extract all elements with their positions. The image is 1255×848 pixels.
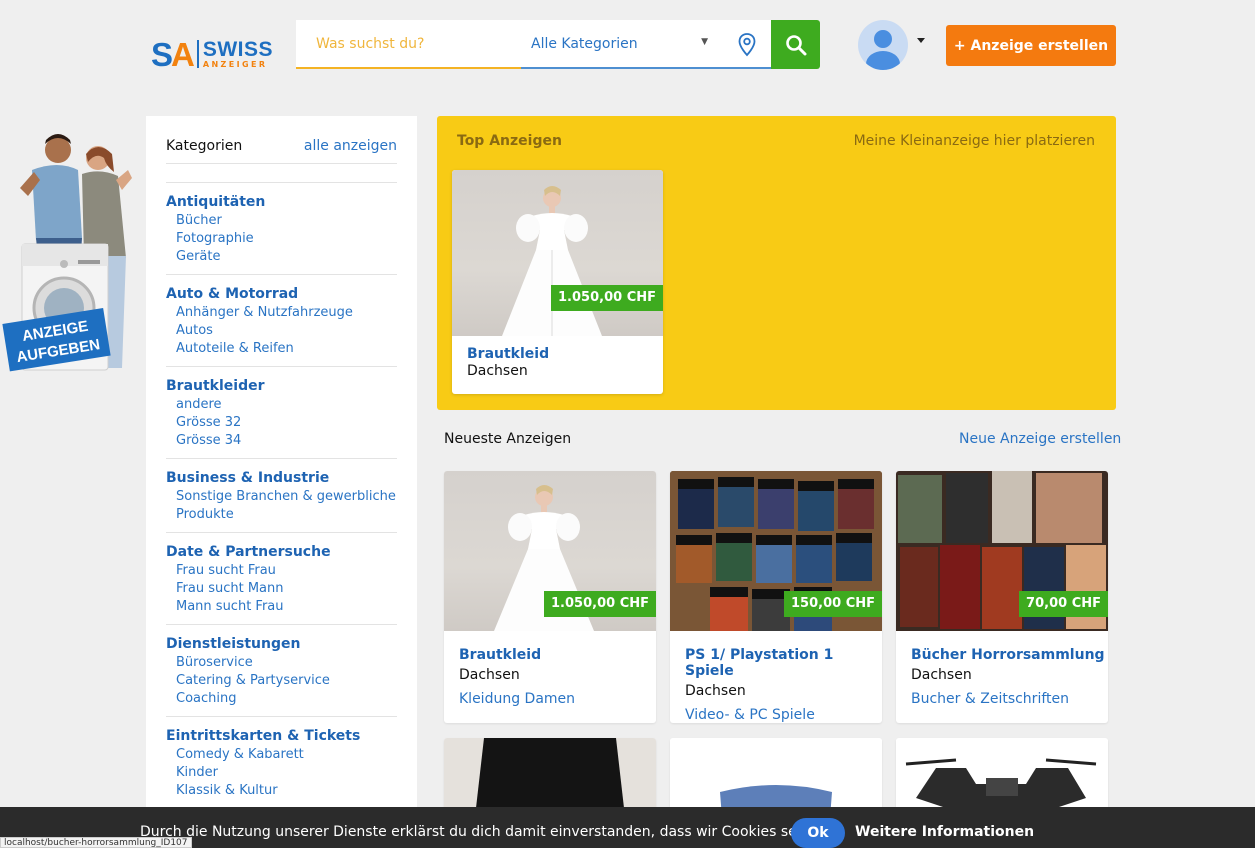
subcategory-link[interactable]: Frau sucht Mann — [166, 580, 397, 598]
sidebar-header: Kategorien alle anzeigen — [166, 136, 397, 164]
promo-illustration: ANZEIGE AUFGEBEN — [2, 134, 132, 372]
logo-swiss: SWISS — [202, 38, 274, 61]
location-pin-icon[interactable] — [738, 33, 756, 57]
subcategory-link[interactable]: Grösse 32 — [166, 414, 397, 432]
category-dienstleistungen[interactable]: Dienstleistungen — [166, 635, 397, 654]
subcategory-link[interactable]: Büroservice — [166, 654, 397, 672]
subcategory-link[interactable]: Coaching — [166, 690, 397, 708]
dress-photo — [502, 186, 602, 336]
subcategory-link[interactable]: Geräte — [166, 248, 397, 266]
top-ads-title: Top Anzeigen — [457, 133, 562, 149]
category-antiquitaeten[interactable]: Antiquitäten — [166, 193, 397, 212]
cookie-more-info-link[interactable]: Weitere Informationen — [855, 824, 1034, 840]
subcategory-link[interactable]: Sonstige Branchen & gewerbliche Produkte — [166, 488, 397, 524]
category-auto-motorrad[interactable]: Auto & Motorrad — [166, 285, 397, 304]
ad-title[interactable]: Brautkleid — [467, 346, 549, 362]
subcategory-link[interactable]: andere — [166, 396, 397, 414]
ad-price: 1.050,00 CHF — [544, 591, 656, 617]
subcategory-link[interactable]: Grösse 34 — [166, 432, 397, 450]
ad-category-link[interactable]: Kleidung Damen — [459, 691, 575, 707]
ad-location: Dachsen — [685, 683, 746, 699]
subcategory-link[interactable]: Comedy & Kabarett — [166, 746, 397, 764]
logo-divider — [196, 40, 199, 68]
top-ad-card[interactable]: 1.050,00 CHF Brautkleid Dachsen — [452, 170, 663, 394]
category-date-partnersuche[interactable]: Date & Partnersuche — [166, 543, 397, 562]
ad-category-link[interactable]: Video- & PC Spiele — [685, 707, 882, 723]
ad-location: Dachsen — [911, 667, 972, 683]
new-ad-link[interactable]: Neue Anzeige erstellen — [959, 431, 1121, 447]
category-group: Eintrittskarten & Tickets Comedy & Kabar… — [166, 717, 397, 808]
ad-location: Dachsen — [467, 363, 528, 379]
search-button[interactable] — [771, 20, 820, 69]
ad-price: 1.050,00 CHF — [551, 285, 663, 311]
search-input[interactable] — [296, 20, 521, 69]
category-group: Date & Partnersuche Frau sucht Frau Frau… — [166, 533, 397, 625]
ad-card[interactable]: 1.050,00 CHF Brautkleid Dachsen Kleidung… — [444, 471, 656, 723]
top-ads-section: Top Anzeigen Meine Kleinanzeige hier pla… — [437, 116, 1116, 410]
category-sidebar: Kategorien alle anzeigen Antiquitäten Bü… — [146, 116, 417, 848]
cookie-message: Durch die Nutzung unserer Dienste erklär… — [140, 824, 832, 840]
user-avatar[interactable] — [858, 20, 908, 70]
category-group: Auto & Motorrad Anhänger & Nutzfahrzeuge… — [166, 275, 397, 367]
subcategory-link[interactable]: Klassik & Kultur — [166, 782, 397, 800]
subcategory-link[interactable]: Catering & Partyservice — [166, 672, 397, 690]
category-eintrittskarten-tickets[interactable]: Eintrittskarten & Tickets — [166, 727, 397, 746]
subcategory-link[interactable]: Autoteile & Reifen — [166, 340, 397, 358]
avatar-head-icon — [874, 30, 892, 48]
ad-card[interactable]: 150,00 CHF PS 1/ Playstation 1 Spiele Da… — [670, 471, 882, 723]
subcategory-link[interactable]: Autos — [166, 322, 397, 340]
category-business-industrie[interactable]: Business & Industrie — [166, 469, 397, 488]
ad-title[interactable]: Brautkleid — [459, 647, 575, 663]
avatar-body-icon — [866, 51, 900, 70]
category-group: Antiquitäten Bücher Fotographie Geräte — [166, 183, 397, 275]
dropdown-caret-icon: ▼ — [701, 37, 708, 47]
search-bar: Alle Kategorien ▼ — [296, 20, 820, 69]
newest-ads-title: Neueste Anzeigen — [444, 431, 572, 447]
subcategory-link[interactable]: Anhänger & Nutzfahrzeuge — [166, 304, 397, 322]
subcategory-link[interactable]: Frau sucht Frau — [166, 562, 397, 580]
site-logo[interactable]: SA SWISS ANZEIGER — [151, 34, 293, 74]
subcategory-link[interactable]: Kinder — [166, 764, 397, 782]
logo-sa: SA — [151, 35, 195, 73]
category-group: Brautkleider andere Grösse 32 Grösse 34 — [166, 367, 397, 459]
ad-location: Dachsen — [459, 667, 520, 683]
subcategory-link[interactable]: Fotographie — [166, 230, 397, 248]
create-ad-button[interactable]: + Anzeige erstellen — [946, 25, 1116, 66]
category-group: Business & Industrie Sonstige Branchen &… — [166, 459, 397, 533]
logo-anzeiger: ANZEIGER — [202, 60, 268, 69]
category-brautkleider[interactable]: Brautkleider — [166, 377, 397, 396]
subcategory-link[interactable]: Mann sucht Frau — [166, 598, 397, 616]
ad-title[interactable]: PS 1/ Playstation 1 Spiele — [685, 647, 882, 679]
category-select-value: Alle Kategorien — [531, 35, 638, 52]
user-menu-caret-icon[interactable] — [917, 38, 925, 43]
sidebar-title: Kategorien — [166, 137, 243, 154]
ad-title[interactable]: Bücher Horrorsammlung — [911, 647, 1105, 663]
ad-category-link[interactable]: Bucher & Zeitschriften — [911, 691, 1105, 707]
search-icon — [785, 34, 806, 55]
category-select[interactable]: Alle Kategorien ▼ — [521, 20, 771, 69]
subcategory-link[interactable]: Bücher — [166, 212, 397, 230]
status-bar-url: localhost/bucher-horrorsammlung_ID107 — [0, 837, 192, 848]
place-ad-link[interactable]: Meine Kleinanzeige hier platzieren — [854, 133, 1095, 149]
show-all-categories-link[interactable]: alle anzeigen — [304, 138, 397, 154]
ad-image[interactable] — [452, 170, 663, 336]
ad-price: 70,00 CHF — [1019, 591, 1108, 617]
cookie-ok-button[interactable]: Ok — [791, 818, 845, 848]
ad-card[interactable]: 70,00 CHF Bücher Horrorsammlung Dachsen … — [896, 471, 1108, 723]
ad-price: 150,00 CHF — [784, 591, 882, 617]
promo-banner[interactable]: ANZEIGE AUFGEBEN — [0, 128, 140, 378]
category-group: Dienstleistungen Büroservice Catering & … — [166, 625, 397, 717]
